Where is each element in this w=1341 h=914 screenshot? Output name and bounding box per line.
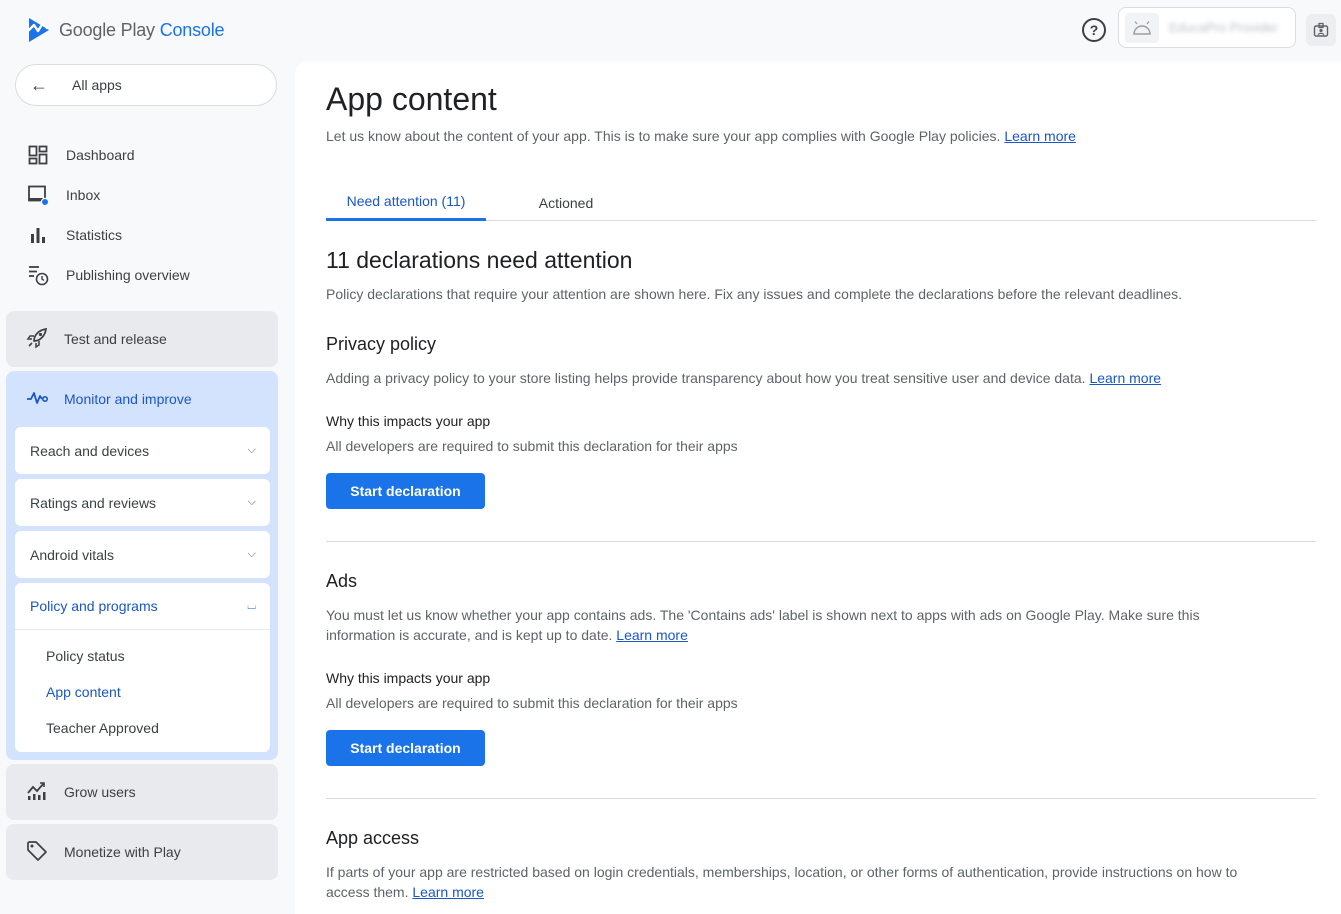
- sidebar-group-ratings-and-reviews[interactable]: Ratings and reviews ⌵: [15, 479, 270, 526]
- sidebar-group-label: Android vitals: [30, 546, 115, 563]
- learn-more-link[interactable]: Learn more: [616, 627, 688, 643]
- back-arrow-icon: ←: [30, 74, 48, 95]
- android-icon: [1125, 12, 1159, 43]
- declaration-description-text: You must let us know whether your app co…: [326, 607, 1200, 643]
- top-bar: Google Play Console ? EducaPro Provider: [0, 0, 1341, 62]
- declaration-description: You must let us know whether your app co…: [326, 605, 1246, 645]
- sidebar-group-label: Policy and programs: [30, 598, 158, 614]
- sidebar-section-test-and-release[interactable]: Test and release: [6, 311, 278, 367]
- page-title: App content: [326, 81, 497, 117]
- sidebar-item-label: Inbox: [66, 187, 101, 203]
- sidebar-item-dashboard[interactable]: Dashboard: [26, 140, 135, 170]
- declaration-description: If parts of your app are restricted base…: [326, 862, 1246, 902]
- why-impacts-text: All developers are required to submit th…: [326, 438, 738, 454]
- learn-more-link[interactable]: Learn more: [1089, 370, 1161, 386]
- sidebar-section-grow-users[interactable]: Grow users: [6, 764, 278, 820]
- declaration-description: Adding a privacy policy to your store li…: [326, 368, 1306, 388]
- sidebar-group-label: Ratings and reviews: [30, 494, 157, 511]
- rocket-icon: [26, 327, 48, 352]
- app-switcher[interactable]: EducaPro Provider: [1118, 7, 1296, 48]
- app-name: EducaPro Provider: [1169, 20, 1279, 35]
- main-content: App content Let us know about the conten…: [295, 62, 1341, 914]
- chevron-down-icon: ⌵: [247, 548, 256, 560]
- brand-console: Console: [159, 19, 225, 40]
- sidebar-item-statistics[interactable]: Statistics: [26, 220, 122, 250]
- sidebar-group-android-vitals[interactable]: Android vitals ⌵: [15, 531, 270, 578]
- section-description: Policy declarations that require your at…: [326, 286, 1183, 302]
- declaration-title-ads: Ads: [326, 571, 358, 591]
- help-icon[interactable]: ?: [1082, 18, 1106, 42]
- play-console-logo-icon: [27, 18, 49, 42]
- sidebar-subitem-policy-status[interactable]: Policy status: [15, 638, 270, 674]
- growth-chart-icon: [26, 781, 48, 804]
- sidebar-group-reach-and-devices[interactable]: Reach and devices ⌵: [15, 427, 270, 474]
- sidebar-section-label: Monetize with Play: [64, 844, 181, 860]
- sidebar-item-label: Publishing overview: [66, 267, 190, 283]
- start-declaration-button[interactable]: Start declaration: [326, 473, 485, 509]
- sidebar-subitem-app-content[interactable]: App content: [15, 674, 270, 710]
- chevron-down-icon: ⌵: [247, 444, 256, 456]
- page-subtitle: Let us know about the content of your ap…: [326, 128, 1076, 144]
- tab-actioned[interactable]: Actioned: [486, 184, 646, 221]
- publishing-schedule-icon: [26, 263, 50, 287]
- chevron-up-icon: ⌴: [247, 599, 256, 612]
- tab-bar: Need attention (11) Actioned: [326, 184, 1316, 221]
- sidebar-section-monetize-with-play[interactable]: Monetize with Play: [6, 824, 278, 880]
- declaration-description-text: Adding a privacy policy to your store li…: [326, 370, 1086, 386]
- page-subtitle-text: Let us know about the content of your ap…: [326, 128, 1001, 144]
- sidebar-item-label: Dashboard: [66, 147, 135, 163]
- why-impacts-text: All developers are required to submit th…: [326, 695, 738, 711]
- all-apps-button[interactable]: ← All apps: [15, 64, 277, 106]
- section-heading: 11 declarations need attention: [326, 247, 633, 273]
- sidebar-section-label: Grow users: [64, 784, 136, 800]
- vitals-pulse-icon: [26, 390, 48, 409]
- google-play-console-logo[interactable]: Google Play Console: [27, 17, 225, 43]
- sidebar-subitem-teacher-approved[interactable]: Teacher Approved: [15, 710, 270, 746]
- inbox-icon: [26, 183, 50, 207]
- tag-icon: [26, 840, 48, 865]
- bar-chart-icon: [26, 223, 50, 247]
- learn-more-link[interactable]: Learn more: [1004, 128, 1076, 144]
- learn-more-link[interactable]: Learn more: [412, 884, 484, 900]
- sidebar-item-inbox[interactable]: Inbox: [26, 180, 100, 210]
- account-badge-icon[interactable]: [1306, 14, 1336, 46]
- why-impacts-heading: Why this impacts your app: [326, 670, 491, 686]
- divider: [326, 541, 1316, 542]
- dashboard-icon: [26, 143, 50, 167]
- divider: [326, 798, 1316, 799]
- all-apps-label: All apps: [72, 77, 122, 93]
- declaration-title-app-access: App access: [326, 828, 420, 848]
- chevron-down-icon: ⌵: [247, 496, 256, 508]
- sidebar-section-label: Monitor and improve: [64, 391, 192, 407]
- sidebar-group-label: Reach and devices: [30, 442, 150, 459]
- brand-google-play: Google Play: [59, 19, 155, 40]
- brand-name: Google Play Console: [59, 19, 225, 41]
- sidebar-section-label: Test and release: [64, 331, 167, 347]
- sidebar-item-label: Statistics: [66, 227, 123, 243]
- why-impacts-heading: Why this impacts your app: [326, 413, 491, 429]
- sidebar-group-policy-and-programs[interactable]: Policy and programs ⌴ Policy status App c…: [15, 583, 270, 752]
- tab-need-attention[interactable]: Need attention (11): [326, 184, 486, 221]
- declaration-title-privacy-policy: Privacy policy: [326, 334, 437, 354]
- start-declaration-button[interactable]: Start declaration: [326, 730, 485, 766]
- sidebar-item-publishing-overview[interactable]: Publishing overview: [26, 260, 190, 290]
